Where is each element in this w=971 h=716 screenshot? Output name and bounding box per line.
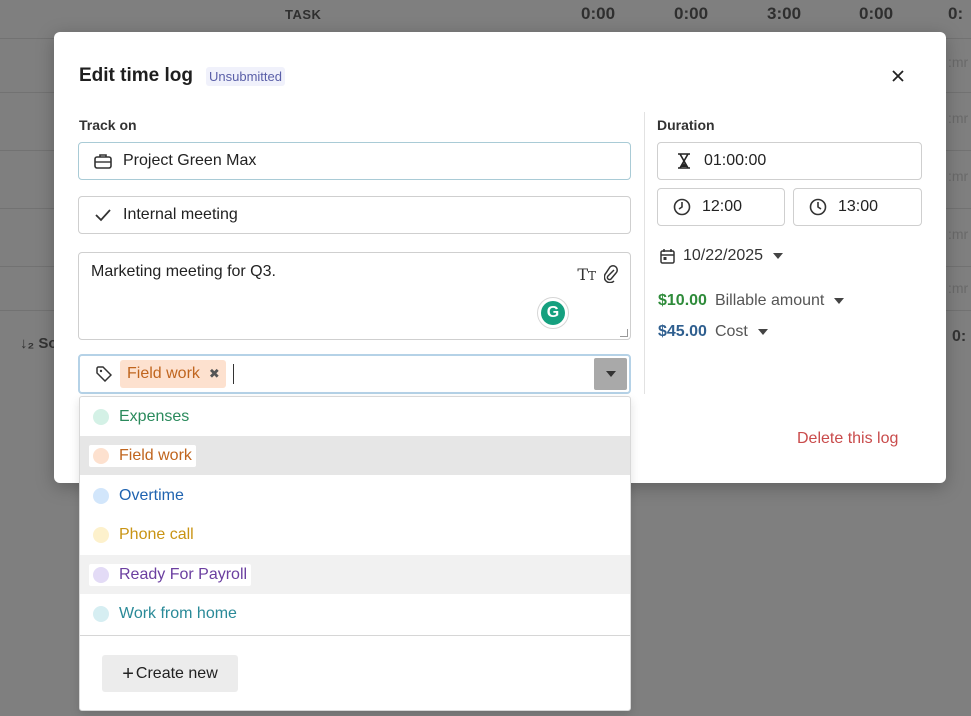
plus-icon: + <box>122 662 134 685</box>
tag-color-dot <box>93 408 109 425</box>
task-select[interactable]: Internal meeting <box>78 196 631 234</box>
end-time-value: 13:00 <box>838 198 879 215</box>
tag-option-overtime[interactable]: Overtime <box>80 476 630 515</box>
hourglass-icon <box>674 151 694 171</box>
tag-color-dot <box>93 447 109 464</box>
resize-handle[interactable] <box>620 329 628 337</box>
date-value: 10/22/2025 <box>683 247 764 264</box>
task-value: Internal meeting <box>123 206 238 223</box>
bg-total-fragment: 0: <box>952 328 967 345</box>
day-total: 0: <box>948 4 964 23</box>
bg-cell-fragment: :mr <box>948 168 969 184</box>
billable-amount-label: Billable amount <box>714 292 825 309</box>
tag-option-label: Overtime <box>119 486 184 504</box>
selected-tag-label: Field work <box>127 365 200 382</box>
caret-down-icon <box>605 371 616 377</box>
duration-value: 01:00:00 <box>704 152 767 169</box>
calendar-icon <box>660 248 675 264</box>
day-total: 0:00 <box>859 4 894 23</box>
clock-icon <box>672 197 692 217</box>
bg-cell-fragment: :mr <box>948 54 969 70</box>
day-total: 3:00 <box>767 4 802 23</box>
project-select[interactable]: Project Green Max <box>78 142 631 180</box>
grammarly-icon: G <box>541 301 565 325</box>
tag-option-label: Ready For Payroll <box>89 563 252 586</box>
selected-tag-chip: Field work ✖ <box>120 360 226 388</box>
tag-option-phone-call[interactable]: Phone call <box>80 515 630 554</box>
track-on-label: Track on <box>79 117 137 133</box>
grammarly-button[interactable]: G <box>537 297 569 329</box>
tag-option-label: Work from home <box>119 604 237 622</box>
cost-row[interactable]: $45.00 Cost <box>658 323 768 341</box>
create-new-label: Create new <box>135 664 218 682</box>
day-total: 0:00 <box>581 4 616 23</box>
text-format-icon[interactable]: TT <box>577 265 596 288</box>
chevron-down-icon <box>834 298 845 304</box>
create-new-tag-button[interactable]: + Create new <box>102 655 238 692</box>
tag-option-ready-for-payroll[interactable]: Ready For Payroll <box>80 555 630 594</box>
tag-option-work-from-home[interactable]: Work from home <box>80 594 630 633</box>
date-picker[interactable]: 10/22/2025 <box>660 247 784 265</box>
close-icon <box>892 70 904 82</box>
start-time-value: 12:00 <box>702 198 743 215</box>
tag-icon <box>94 364 114 384</box>
dropdown-divider <box>80 635 630 636</box>
tags-dropdown-toggle[interactable] <box>594 358 627 390</box>
tag-color-dot <box>93 526 109 543</box>
bg-cell-fragment: :mr <box>948 226 969 242</box>
end-time-input[interactable]: 13:00 <box>793 188 922 226</box>
text-cursor <box>232 364 234 384</box>
check-icon <box>93 205 113 225</box>
billable-amount-row[interactable]: $10.00 Billable amount <box>658 292 845 310</box>
cost-label: Cost <box>714 323 748 340</box>
cost-value: $45.00 <box>658 323 707 340</box>
timesheet-header: TASK 0:00 0:00 3:00 0:00 0: <box>0 0 971 30</box>
remove-tag-icon[interactable]: ✖ <box>209 366 220 382</box>
tag-color-dot <box>93 605 109 622</box>
day-total: 0:00 <box>674 4 709 23</box>
tag-option-label: Expenses <box>119 407 190 425</box>
tag-color-dot <box>93 487 109 504</box>
duration-label: Duration <box>657 117 715 133</box>
tag-option-field-work[interactable]: Field work <box>80 436 630 475</box>
tag-option-expenses[interactable]: Expenses <box>80 397 630 436</box>
notes-value: Marketing meeting for Q3. <box>91 263 276 280</box>
clock-icon <box>808 197 828 217</box>
paperclip-icon[interactable] <box>603 265 618 288</box>
column-divider <box>644 112 645 394</box>
delete-log-link[interactable]: Delete this log <box>797 430 898 448</box>
billable-amount-value: $10.00 <box>658 292 707 309</box>
status-badge: Unsubmitted <box>206 67 285 86</box>
close-button[interactable] <box>886 64 910 88</box>
bg-cell-fragment: :mr <box>948 110 969 126</box>
start-time-input[interactable]: 12:00 <box>657 188 785 226</box>
chevron-down-icon <box>773 253 784 259</box>
tag-option-label: Phone call <box>119 525 194 543</box>
project-value: Project Green Max <box>123 152 257 169</box>
task-column-header: TASK <box>285 7 322 22</box>
modal-title: Edit time log <box>79 65 193 86</box>
duration-input[interactable]: 01:00:00 <box>657 142 922 180</box>
tags-input[interactable]: Field work ✖ <box>78 354 631 394</box>
chevron-down-icon <box>757 329 768 335</box>
tag-color-dot <box>93 566 109 583</box>
briefcase-icon <box>93 151 113 171</box>
tag-dropdown: Expenses Field work Overtime Phone call … <box>79 396 631 711</box>
sort-button[interactable]: ↓₂ So <box>20 335 58 352</box>
bg-cell-fragment: :mr <box>948 280 969 296</box>
